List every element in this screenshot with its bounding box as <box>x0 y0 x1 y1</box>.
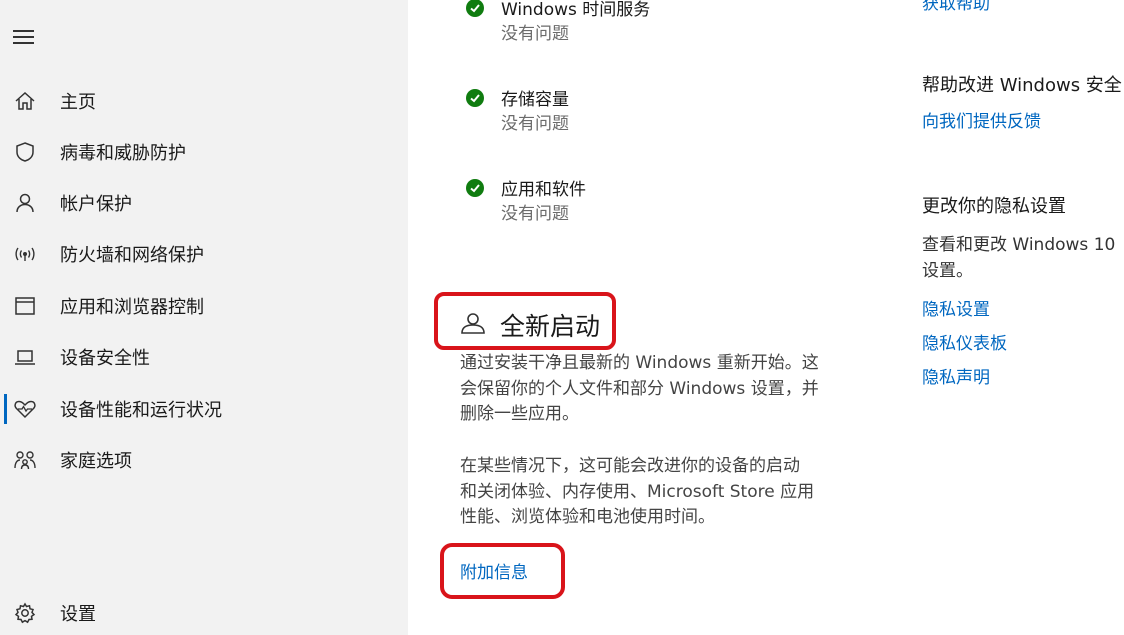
laptop-icon <box>13 345 37 369</box>
privacy-heading: 更改你的隐私设置 <box>922 196 1066 217</box>
sidebar-item-label: 设置 <box>60 604 96 625</box>
heart-pulse-icon <box>13 397 37 421</box>
person-icon <box>13 191 37 215</box>
description-line: 删除一些应用。 <box>460 404 579 424</box>
check-icon <box>466 89 484 107</box>
status-subtitle: 没有问题 <box>501 24 569 44</box>
privacy-text-line: 设置。 <box>922 260 973 281</box>
check-icon <box>466 0 484 17</box>
improve-heading: 帮助改进 Windows 安全 <box>922 75 1122 96</box>
status-subtitle: 没有问题 <box>501 114 569 134</box>
shield-icon <box>13 140 37 164</box>
status-subtitle: 没有问题 <box>501 204 569 224</box>
sidebar-item-label: 病毒和威胁防护 <box>60 143 186 164</box>
family-icon <box>13 448 37 472</box>
gear-icon <box>13 601 37 625</box>
sidebar-item-label: 应用和浏览器控制 <box>60 297 204 318</box>
sidebar-item-settings[interactable]: 设置 <box>0 591 408 635</box>
sidebar-item-device-performance[interactable]: 设备性能和运行状况 <box>0 387 408 431</box>
sidebar-item-label: 设备性能和运行状况 <box>60 400 222 421</box>
fresh-start-description: 通过安装干净且最新的 Windows 重新开始。这 会保留你的个人文件和部分 W… <box>460 351 870 428</box>
sidebar-item-virus-protection[interactable]: 病毒和威胁防护 <box>0 130 408 174</box>
sidebar-item-account-protection[interactable]: 帐户保护 <box>0 181 408 225</box>
hamburger-menu-button[interactable] <box>13 30 35 46</box>
sidebar-item-firewall[interactable]: 防火墙和网络保护 <box>0 232 408 276</box>
status-title: 应用和软件 <box>501 180 586 200</box>
sidebar-item-label: 帐户保护 <box>60 194 132 215</box>
privacy-settings-link[interactable]: 隐私设置 <box>922 295 990 320</box>
wireless-signal-icon <box>13 242 37 266</box>
privacy-dashboard-link[interactable]: 隐私仪表板 <box>922 329 1007 354</box>
note-line: 和关闭体验、内存使用、Microsoft Store 应用 <box>460 481 815 502</box>
fresh-start-note: 在某些情况下，这可能会改进你的设备的启动 和关闭体验、内存使用、Microsof… <box>460 454 870 531</box>
description-line: 通过安装干净且最新的 Windows 重新开始。这 <box>460 353 819 373</box>
sidebar-item-device-security[interactable]: 设备安全性 <box>0 335 408 379</box>
app-window-icon <box>13 294 37 318</box>
fresh-start-title: 全新启动 <box>500 312 601 341</box>
hamburger-line <box>13 36 34 38</box>
check-icon <box>466 179 484 197</box>
active-indicator <box>4 394 7 424</box>
sidebar-item-label: 家庭选项 <box>60 451 132 472</box>
status-title: 存储容量 <box>501 90 569 110</box>
note-line: 性能、浏览体验和电池使用时间。 <box>460 507 715 527</box>
sidebar-item-label: 防火墙和网络保护 <box>60 245 204 266</box>
home-icon <box>13 89 37 113</box>
sidebar-item-family-options[interactable]: 家庭选项 <box>0 438 408 482</box>
description-line: 会保留你的个人文件和部分 Windows 设置，并 <box>460 378 819 399</box>
fresh-start-icon <box>459 311 487 337</box>
note-line: 在某些情况下，这可能会改进你的设备的启动 <box>460 456 800 476</box>
privacy-text-line: 查看和更改 Windows 10 <box>922 235 1116 255</box>
status-title: Windows 时间服务 <box>501 0 651 20</box>
get-help-link[interactable]: 获取帮助 <box>922 0 990 14</box>
privacy-description: 查看和更改 Windows 10 设置。 <box>922 233 1124 284</box>
sidebar: 主页 病毒和威胁防护 帐户保护 防火墙和网络保护 应用和浏览器控制 设备安全性 … <box>0 0 408 635</box>
sidebar-item-home[interactable]: 主页 <box>0 79 408 123</box>
privacy-statement-link[interactable]: 隐私声明 <box>922 363 990 388</box>
sidebar-item-label: 主页 <box>60 92 96 113</box>
windows-security-window: 主页 病毒和威胁防护 帐户保护 防火墙和网络保护 应用和浏览器控制 设备安全性 … <box>0 0 1124 635</box>
sidebar-item-app-browser-control[interactable]: 应用和浏览器控制 <box>0 284 408 328</box>
feedback-link[interactable]: 向我们提供反馈 <box>922 107 1041 132</box>
more-info-link[interactable]: 附加信息 <box>460 558 528 583</box>
sidebar-item-label: 设备安全性 <box>60 348 150 369</box>
hamburger-line <box>13 42 34 44</box>
hamburger-line <box>13 30 34 32</box>
